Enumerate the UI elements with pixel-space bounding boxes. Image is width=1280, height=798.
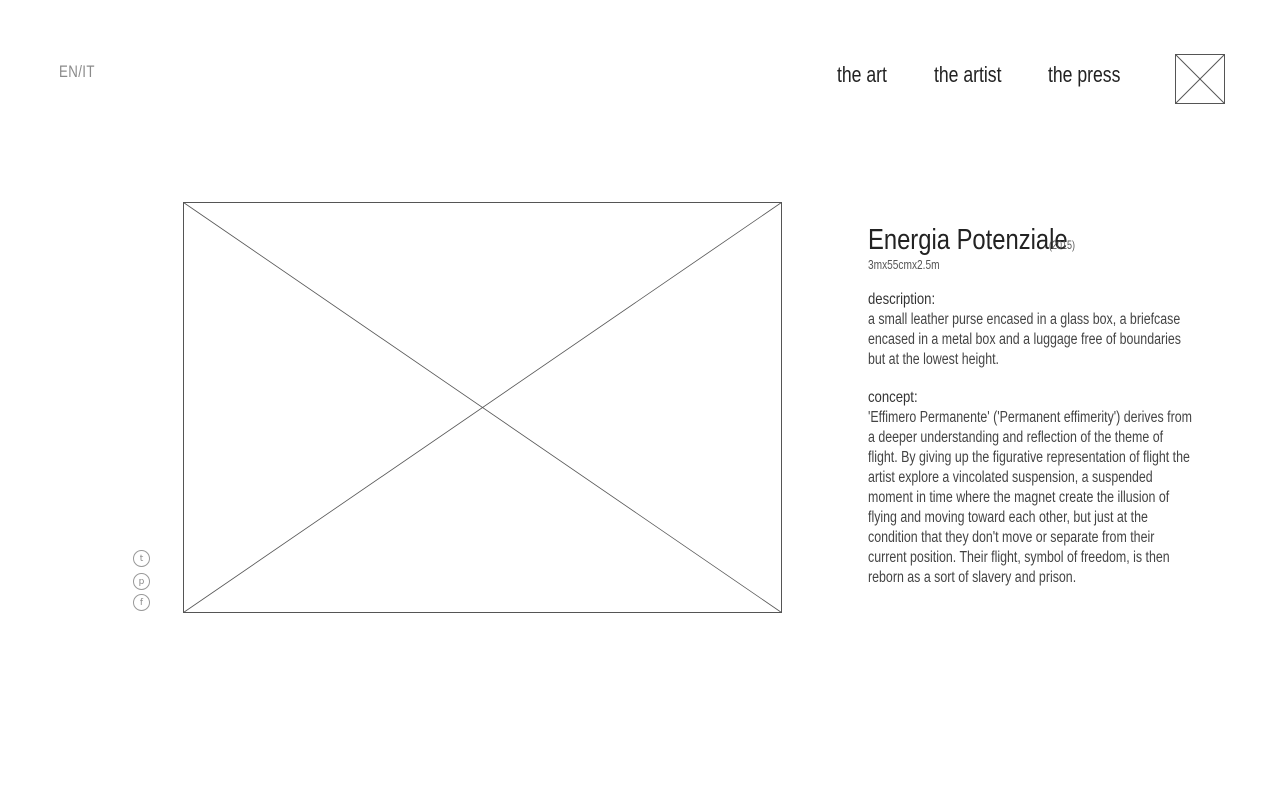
artwork-title: Energia Potenziale xyxy=(868,224,1068,256)
facebook-icon[interactable]: f xyxy=(133,594,150,611)
artwork-year: (2015) xyxy=(1049,238,1076,252)
nav-item-the-artist[interactable]: the artist xyxy=(934,62,1002,88)
description-label: description: xyxy=(868,291,936,308)
twitter-icon[interactable]: t xyxy=(133,550,150,567)
description-text: a small leather purse encased in a glass… xyxy=(868,311,1181,368)
logo-placeholder-icon[interactable] xyxy=(1175,54,1225,104)
pinterest-icon[interactable]: p xyxy=(133,573,150,590)
nav-item-the-press[interactable]: the press xyxy=(1048,62,1120,88)
main-nav: the art the artist the press xyxy=(0,62,1280,92)
artwork-details: Energia Potenziale (2015) 3mx55cmx2.5m d… xyxy=(868,224,1208,588)
nav-item-the-art[interactable]: the art xyxy=(837,62,887,88)
image-placeholder-icon xyxy=(183,202,782,613)
artwork-dimensions: 3mx55cmx2.5m xyxy=(868,257,940,272)
concept-label: concept: xyxy=(868,389,918,406)
concept-text: 'Effimero Permanente' ('Permanent effime… xyxy=(868,409,1192,586)
